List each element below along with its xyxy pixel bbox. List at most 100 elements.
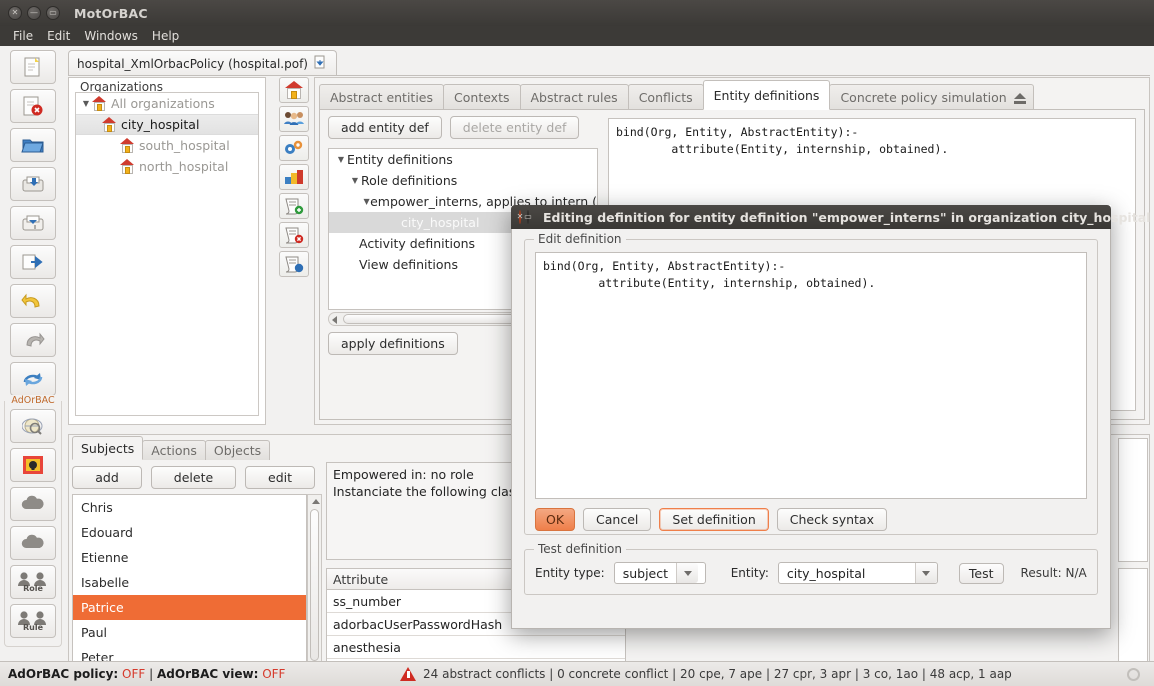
edit-subject-button[interactable]: edit — [245, 466, 315, 489]
house-icon[interactable] — [279, 77, 309, 103]
tree-item-all-organizations[interactable]: ▼ All organizations — [76, 93, 258, 114]
definition-textarea[interactable]: bind(Org, Entity, AbstractEntity):- attr… — [535, 252, 1087, 499]
menu-help[interactable]: Help — [145, 27, 186, 45]
tab-entity-definitions[interactable]: Entity definitions — [702, 80, 831, 110]
tree-item-entity-definitions[interactable]: ▼ Entity definitions — [329, 149, 597, 170]
tree-item-south-hospital[interactable]: south_hospital — [76, 135, 258, 156]
window-titlebar: ✕ — ▭ MotOrBAC — [0, 0, 1154, 26]
list-item[interactable]: Isabelle — [73, 570, 306, 595]
app-title: MotOrBAC — [74, 5, 148, 21]
entity-type-select[interactable]: subject — [613, 562, 706, 584]
chevron-down-icon[interactable] — [914, 563, 937, 583]
save-as-icon[interactable] — [10, 206, 56, 240]
tree-item-city-hospital[interactable]: city_hospital — [76, 114, 258, 135]
chevron-down-icon[interactable]: ▼ — [349, 176, 361, 185]
maximize-window-button[interactable]: ▭ — [46, 6, 60, 20]
menu-file[interactable]: File — [6, 27, 40, 45]
test-button[interactable]: Test — [958, 562, 1004, 584]
statusbar-conflicts: 24 abstract conflicts | 0 concrete confl… — [400, 667, 1012, 681]
export-arrow-icon[interactable] — [10, 245, 56, 279]
tab-label: Contexts — [454, 90, 510, 105]
scroll-up-arrow-icon[interactable] — [312, 499, 320, 504]
add-entity-def-button[interactable]: add entity def — [328, 116, 442, 139]
list-item[interactable]: Paul — [73, 620, 306, 645]
scroll-add-icon[interactable] — [279, 193, 309, 219]
tab-conflicts[interactable]: Conflicts — [627, 84, 704, 110]
chevron-down-icon[interactable]: ▼ — [363, 197, 370, 206]
blocks-icon[interactable] — [279, 164, 309, 190]
apply-definitions-button[interactable]: apply definitions — [328, 332, 458, 355]
scroll-left-arrow-icon[interactable] — [332, 316, 337, 324]
redo-arrow-icon[interactable] — [10, 323, 56, 357]
test-definition-group: Test definition Entity type: subject Ent… — [524, 542, 1098, 595]
delete-subject-button[interactable]: delete — [151, 466, 236, 489]
role-users-icon[interactable]: Role — [10, 565, 56, 599]
users-icon[interactable] — [279, 106, 309, 132]
tab-contexts[interactable]: Contexts — [443, 84, 521, 110]
minimize-window-button[interactable]: — — [27, 6, 41, 20]
policy-import-icon[interactable] — [314, 55, 328, 72]
cancel-button[interactable]: Cancel — [583, 508, 652, 531]
tab-objects[interactable]: Objects — [204, 440, 271, 460]
tree-item-north-hospital[interactable]: north_hospital — [76, 156, 258, 177]
ok-button[interactable]: OK — [535, 508, 576, 531]
rule-users-icon[interactable]: Rule — [10, 604, 56, 638]
tab-label: Entity definitions — [713, 87, 820, 103]
list-item[interactable]: Edouard — [73, 520, 306, 545]
cloud-icon[interactable] — [10, 487, 56, 521]
tree-item-label: north_hospital — [139, 159, 229, 174]
check-syntax-button[interactable]: Check syntax — [776, 508, 887, 531]
file-tab[interactable]: hospital_XmlOrbacPolicy (hospital.pof) — [68, 50, 337, 76]
chevron-down-icon[interactable]: ▼ — [80, 99, 92, 108]
set-definition-button[interactable]: Set definition — [659, 508, 769, 531]
menu-edit[interactable]: Edit — [40, 27, 77, 45]
new-document-icon[interactable] — [10, 50, 56, 84]
tree-item-role-definitions[interactable]: ▼ Role definitions — [329, 170, 597, 191]
menu-windows[interactable]: Windows — [77, 27, 145, 45]
tab-label: Abstract rules — [530, 90, 618, 105]
tab-actions[interactable]: Actions — [142, 440, 206, 460]
tree-item-label: View definitions — [359, 257, 458, 272]
tree-item-label: south_hospital — [139, 138, 230, 153]
tab-abstract-entities[interactable]: Abstract entities — [319, 84, 445, 110]
dialog-body: Edit definition bind(Org, Entity, Abstra… — [511, 229, 1111, 629]
adorbac-globe-icon[interactable] — [10, 409, 56, 443]
add-subject-button[interactable]: add — [72, 466, 142, 489]
main-tabstrip: Abstract entities Contexts Abstract rule… — [315, 80, 1034, 110]
cloud-icon[interactable] — [10, 526, 56, 560]
adorbac-view-label: AdOrBAC view: — [157, 667, 259, 681]
tab-label: Actions — [151, 443, 197, 458]
organizations-tree[interactable]: ▼ All organizations city_hospital south_… — [75, 92, 259, 416]
chevron-down-icon[interactable]: ▼ — [335, 155, 347, 164]
undo-arrow-icon[interactable] — [10, 284, 56, 318]
adorbac-lock-icon[interactable] — [10, 448, 56, 482]
delete-entity-def-button: delete entity def — [449, 116, 580, 139]
open-folder-icon[interactable] — [10, 128, 56, 162]
tab-concrete-policy-simulation[interactable]: Concrete policy simulation — [829, 84, 1034, 110]
scroll-delete-icon[interactable] — [279, 222, 309, 248]
table-row[interactable]: anesthesia — [327, 636, 625, 659]
list-item[interactable]: Chris — [73, 495, 306, 520]
tab-subjects[interactable]: Subjects — [72, 436, 144, 460]
close-window-button[interactable]: ✕ — [8, 6, 22, 20]
gears-icon[interactable] — [279, 135, 309, 161]
dialog-close-button[interactable]: ✕ — [517, 210, 523, 224]
subjects-list-scrollbar[interactable] — [307, 494, 322, 686]
statusbar: AdOrBAC policy: OFF | AdOrBAC view: OFF … — [0, 661, 1154, 686]
delete-document-icon[interactable] — [10, 89, 56, 123]
subjects-list[interactable]: Chris Edouard Etienne Isabelle Patrice P… — [72, 494, 307, 686]
entity-label: Entity: — [730, 566, 769, 580]
list-item-selected[interactable]: Patrice — [73, 595, 306, 620]
entity-select[interactable]: city_hospital — [777, 562, 938, 584]
eject-icon[interactable] — [1013, 93, 1026, 99]
scrollbar-thumb[interactable] — [310, 509, 319, 661]
save-icon[interactable] — [10, 167, 56, 201]
tab-label: Conflicts — [638, 90, 693, 105]
menubar: File Edit Windows Help — [0, 26, 1154, 46]
list-item[interactable]: Etienne — [73, 545, 306, 570]
dialog-minimize-button[interactable]: ▭ — [524, 210, 532, 224]
scroll-edit-icon[interactable] — [279, 251, 309, 277]
refresh-icon[interactable] — [10, 362, 56, 396]
chevron-down-icon[interactable] — [676, 563, 699, 583]
tab-abstract-rules[interactable]: Abstract rules — [519, 84, 629, 110]
